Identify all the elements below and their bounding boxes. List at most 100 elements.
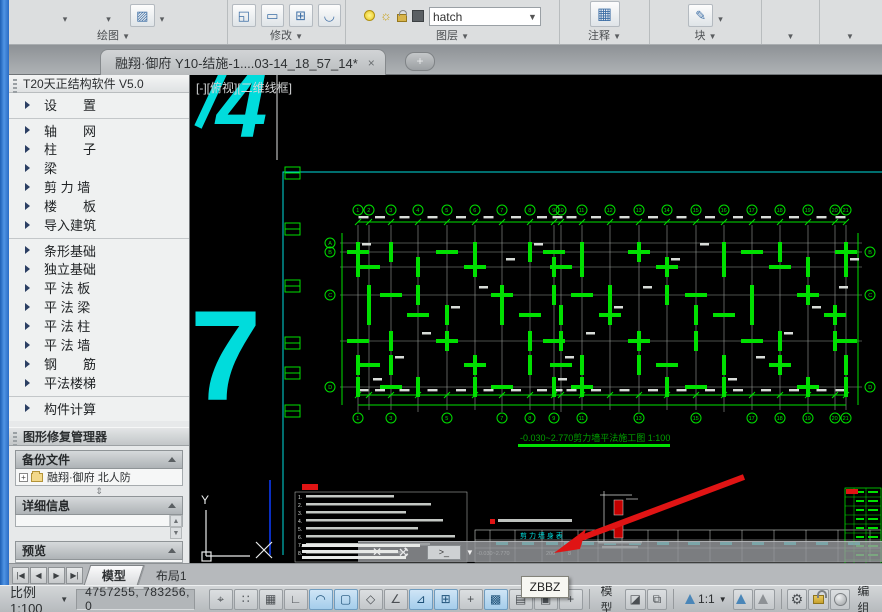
viewport-controls-label[interactable]: [-][俯视][二维线框] bbox=[196, 79, 292, 96]
submenu-arrow-icon bbox=[25, 126, 30, 134]
floating-command-bar[interactable]: ✕ ⚒ >_ ▼ bbox=[358, 541, 882, 562]
command-input[interactable]: >_ bbox=[427, 545, 461, 560]
polar-tracking-toggle[interactable]: ◠ bbox=[309, 589, 333, 610]
next-layout-icon[interactable]: ▶ bbox=[48, 567, 65, 584]
panel-splitter-handle[interactable]: ⇕ bbox=[9, 486, 189, 496]
sidebar-menu-item[interactable]: 平 法 柱 bbox=[9, 316, 189, 335]
sidebar-menu-item[interactable]: 独立基础 bbox=[9, 259, 189, 278]
ui-lock-icon[interactable] bbox=[808, 589, 829, 610]
dynamic-input-toggle[interactable]: ⊞ bbox=[434, 589, 458, 610]
drawing-recovery-manager-title[interactable]: 图形修复管理器 bbox=[9, 427, 189, 446]
grid-dots-toggle[interactable]: ∷ bbox=[234, 589, 258, 610]
svg-text:21: 21 bbox=[843, 416, 849, 422]
ribbon-panel-collapsed-1: ▼ bbox=[762, 0, 820, 44]
grid-display-toggle[interactable]: ▦ bbox=[259, 589, 283, 610]
snap-toggle[interactable]: ⌖ bbox=[209, 589, 233, 610]
panel-label-block[interactable]: 块 ▼ bbox=[650, 29, 761, 44]
panel-label-collapsed[interactable]: ▼ bbox=[820, 29, 880, 44]
group-button[interactable]: 编组 bbox=[851, 585, 882, 612]
model-space-button[interactable]: 模型 bbox=[594, 585, 625, 612]
panel-label-collapsed[interactable]: ▼ bbox=[762, 29, 819, 44]
sidebar-menu-item[interactable]: 平 法 梁 bbox=[9, 297, 189, 316]
svg-text:16: 16 bbox=[721, 208, 727, 214]
close-tab-icon[interactable]: × bbox=[368, 56, 375, 70]
chevron-down-icon[interactable]: ▾ bbox=[63, 14, 68, 27]
last-layout-icon[interactable]: ▶| bbox=[66, 567, 83, 584]
stretch-tool-icon[interactable]: ◱ bbox=[232, 4, 256, 27]
crosshair-toggle[interactable]: + bbox=[459, 589, 483, 610]
sidebar-menu-item[interactable]: 轴 网 bbox=[9, 118, 189, 139]
panel-label-draw[interactable]: 绘图 ▼ bbox=[0, 29, 227, 44]
sidebar-title: T20天正结构软件 V5.0 bbox=[9, 75, 189, 93]
application-window: ▾ ▾ ▨ ▾ 绘图 ▼ ◱ ▭ ⊞ ◡ 修改 ▼ ☼ bbox=[0, 0, 882, 612]
scale-button[interactable]: 比例 1:100▼ bbox=[0, 586, 74, 612]
grip-handle-icon[interactable] bbox=[13, 79, 17, 95]
sidebar-menu-item[interactable]: 平法楼梯 bbox=[9, 373, 189, 392]
svg-text:7: 7 bbox=[190, 285, 261, 428]
sidebar-menu-item[interactable]: 剪 力 墙 bbox=[9, 177, 189, 196]
tab-layout1[interactable]: 布局1 bbox=[138, 565, 204, 585]
preview-header[interactable]: 预览 bbox=[15, 541, 183, 560]
sidebar-menu-item[interactable]: 设 置 bbox=[9, 95, 189, 114]
scroll-down-icon[interactable]: ▼ bbox=[170, 527, 182, 539]
chevron-down-icon[interactable]: ▾ bbox=[718, 14, 723, 27]
sidebar-menu-item[interactable]: 构件计算 bbox=[9, 396, 189, 417]
submenu-arrow-icon bbox=[25, 379, 30, 387]
sidebar-menu-item[interactable]: 梁 bbox=[9, 158, 189, 177]
coordinate-display: 4757255, 783256, 0 bbox=[76, 589, 194, 610]
rectangle-tool-icon[interactable]: ▭ bbox=[261, 4, 285, 27]
dual-monitor-icon[interactable]: ⧉ bbox=[647, 589, 668, 610]
drawing-file-tab[interactable]: 融翔·御府 Y10-结施-1....03-14_18_57_14* × bbox=[100, 49, 386, 75]
grip-handle-icon[interactable] bbox=[13, 432, 17, 448]
chevron-down-icon[interactable]: ▾ bbox=[106, 14, 111, 27]
viewport-icon[interactable]: ◪ bbox=[625, 589, 646, 610]
annotation-scale-button[interactable]: 1:1▼ bbox=[679, 592, 733, 606]
sidebar-menu-item[interactable]: 平 法 墙 bbox=[9, 335, 189, 354]
3d-object-snap-toggle[interactable]: ◇ bbox=[359, 589, 383, 610]
sidebar-menu-item[interactable]: 条形基础 bbox=[9, 238, 189, 259]
panel-label-modify[interactable]: 修改 ▼ bbox=[228, 29, 345, 44]
layer-freeze-sun-icon[interactable]: ☼ bbox=[380, 8, 392, 23]
chevron-down-icon[interactable]: ▼ bbox=[466, 548, 474, 557]
cad-drawing[interactable]: 4712345678910111213141516171819202113578… bbox=[190, 75, 882, 563]
layer-lock-icon[interactable] bbox=[397, 14, 407, 22]
layer-combobox[interactable]: hatch▼ bbox=[429, 7, 541, 26]
annotation-autoscale-icon[interactable] bbox=[754, 589, 775, 610]
expand-icon[interactable]: + bbox=[19, 473, 28, 482]
table-tool-icon[interactable]: ▦ bbox=[590, 1, 620, 27]
object-snap-toggle[interactable]: ▢ bbox=[334, 589, 358, 610]
isolate-objects-icon[interactable] bbox=[830, 589, 851, 610]
ortho-toggle[interactable]: ∟ bbox=[284, 589, 308, 610]
layer-color-swatch[interactable] bbox=[412, 10, 424, 22]
panel-label-layer[interactable]: 图层 ▼ bbox=[346, 29, 559, 44]
panel-label-annotate[interactable]: 注释 ▼ bbox=[560, 29, 649, 44]
backup-files-header[interactable]: 备份文件 bbox=[15, 450, 183, 469]
dynamic-ucs-toggle[interactable]: ⊿ bbox=[409, 589, 433, 610]
tab-model[interactable]: 模型 bbox=[84, 565, 145, 585]
svg-text:5: 5 bbox=[445, 416, 448, 422]
first-layout-icon[interactable]: |◀ bbox=[12, 567, 29, 584]
block-edit-pencil-icon[interactable]: ✎ bbox=[688, 4, 713, 27]
drawing-canvas[interactable]: [-][俯视][二维线框] 47123456789101112131415161… bbox=[190, 75, 882, 563]
backup-tree-item[interactable]: + 融翔·御府 北人防 bbox=[16, 469, 182, 485]
details-header[interactable]: 详细信息 bbox=[15, 496, 183, 515]
sidebar-menu-item[interactable]: 平 法 板 bbox=[9, 278, 189, 297]
sidebar-menu-item[interactable]: 柱 子 bbox=[9, 139, 189, 158]
scrollbar[interactable]: ▲▼ bbox=[169, 515, 182, 526]
sidebar-menu-item[interactable]: 楼 板 bbox=[9, 196, 189, 215]
annotation-visibility-icon[interactable] bbox=[733, 589, 754, 610]
workspace-gear-icon[interactable]: ⚙ bbox=[787, 589, 808, 610]
fillet-tool-icon[interactable]: ◡ bbox=[318, 4, 342, 27]
prev-layout-icon[interactable]: ◀ bbox=[30, 567, 47, 584]
scroll-up-icon[interactable]: ▲ bbox=[170, 515, 182, 527]
hatch-tool-icon[interactable]: ▨ bbox=[130, 4, 155, 27]
transparency-toggle[interactable]: ▩ bbox=[484, 589, 508, 610]
submenu-arrow-icon bbox=[25, 145, 30, 153]
array-tool-icon[interactable]: ⊞ bbox=[289, 4, 313, 27]
sidebar-menu-item[interactable]: 导入建筑 bbox=[9, 215, 189, 234]
sidebar-menu-item[interactable]: 钢 筋 bbox=[9, 354, 189, 373]
new-tab-button[interactable]: + bbox=[405, 52, 435, 71]
chevron-down-icon[interactable]: ▾ bbox=[160, 14, 165, 27]
layer-on-bulb-icon[interactable] bbox=[364, 10, 375, 21]
angle-snap-toggle[interactable]: ∠ bbox=[384, 589, 408, 610]
